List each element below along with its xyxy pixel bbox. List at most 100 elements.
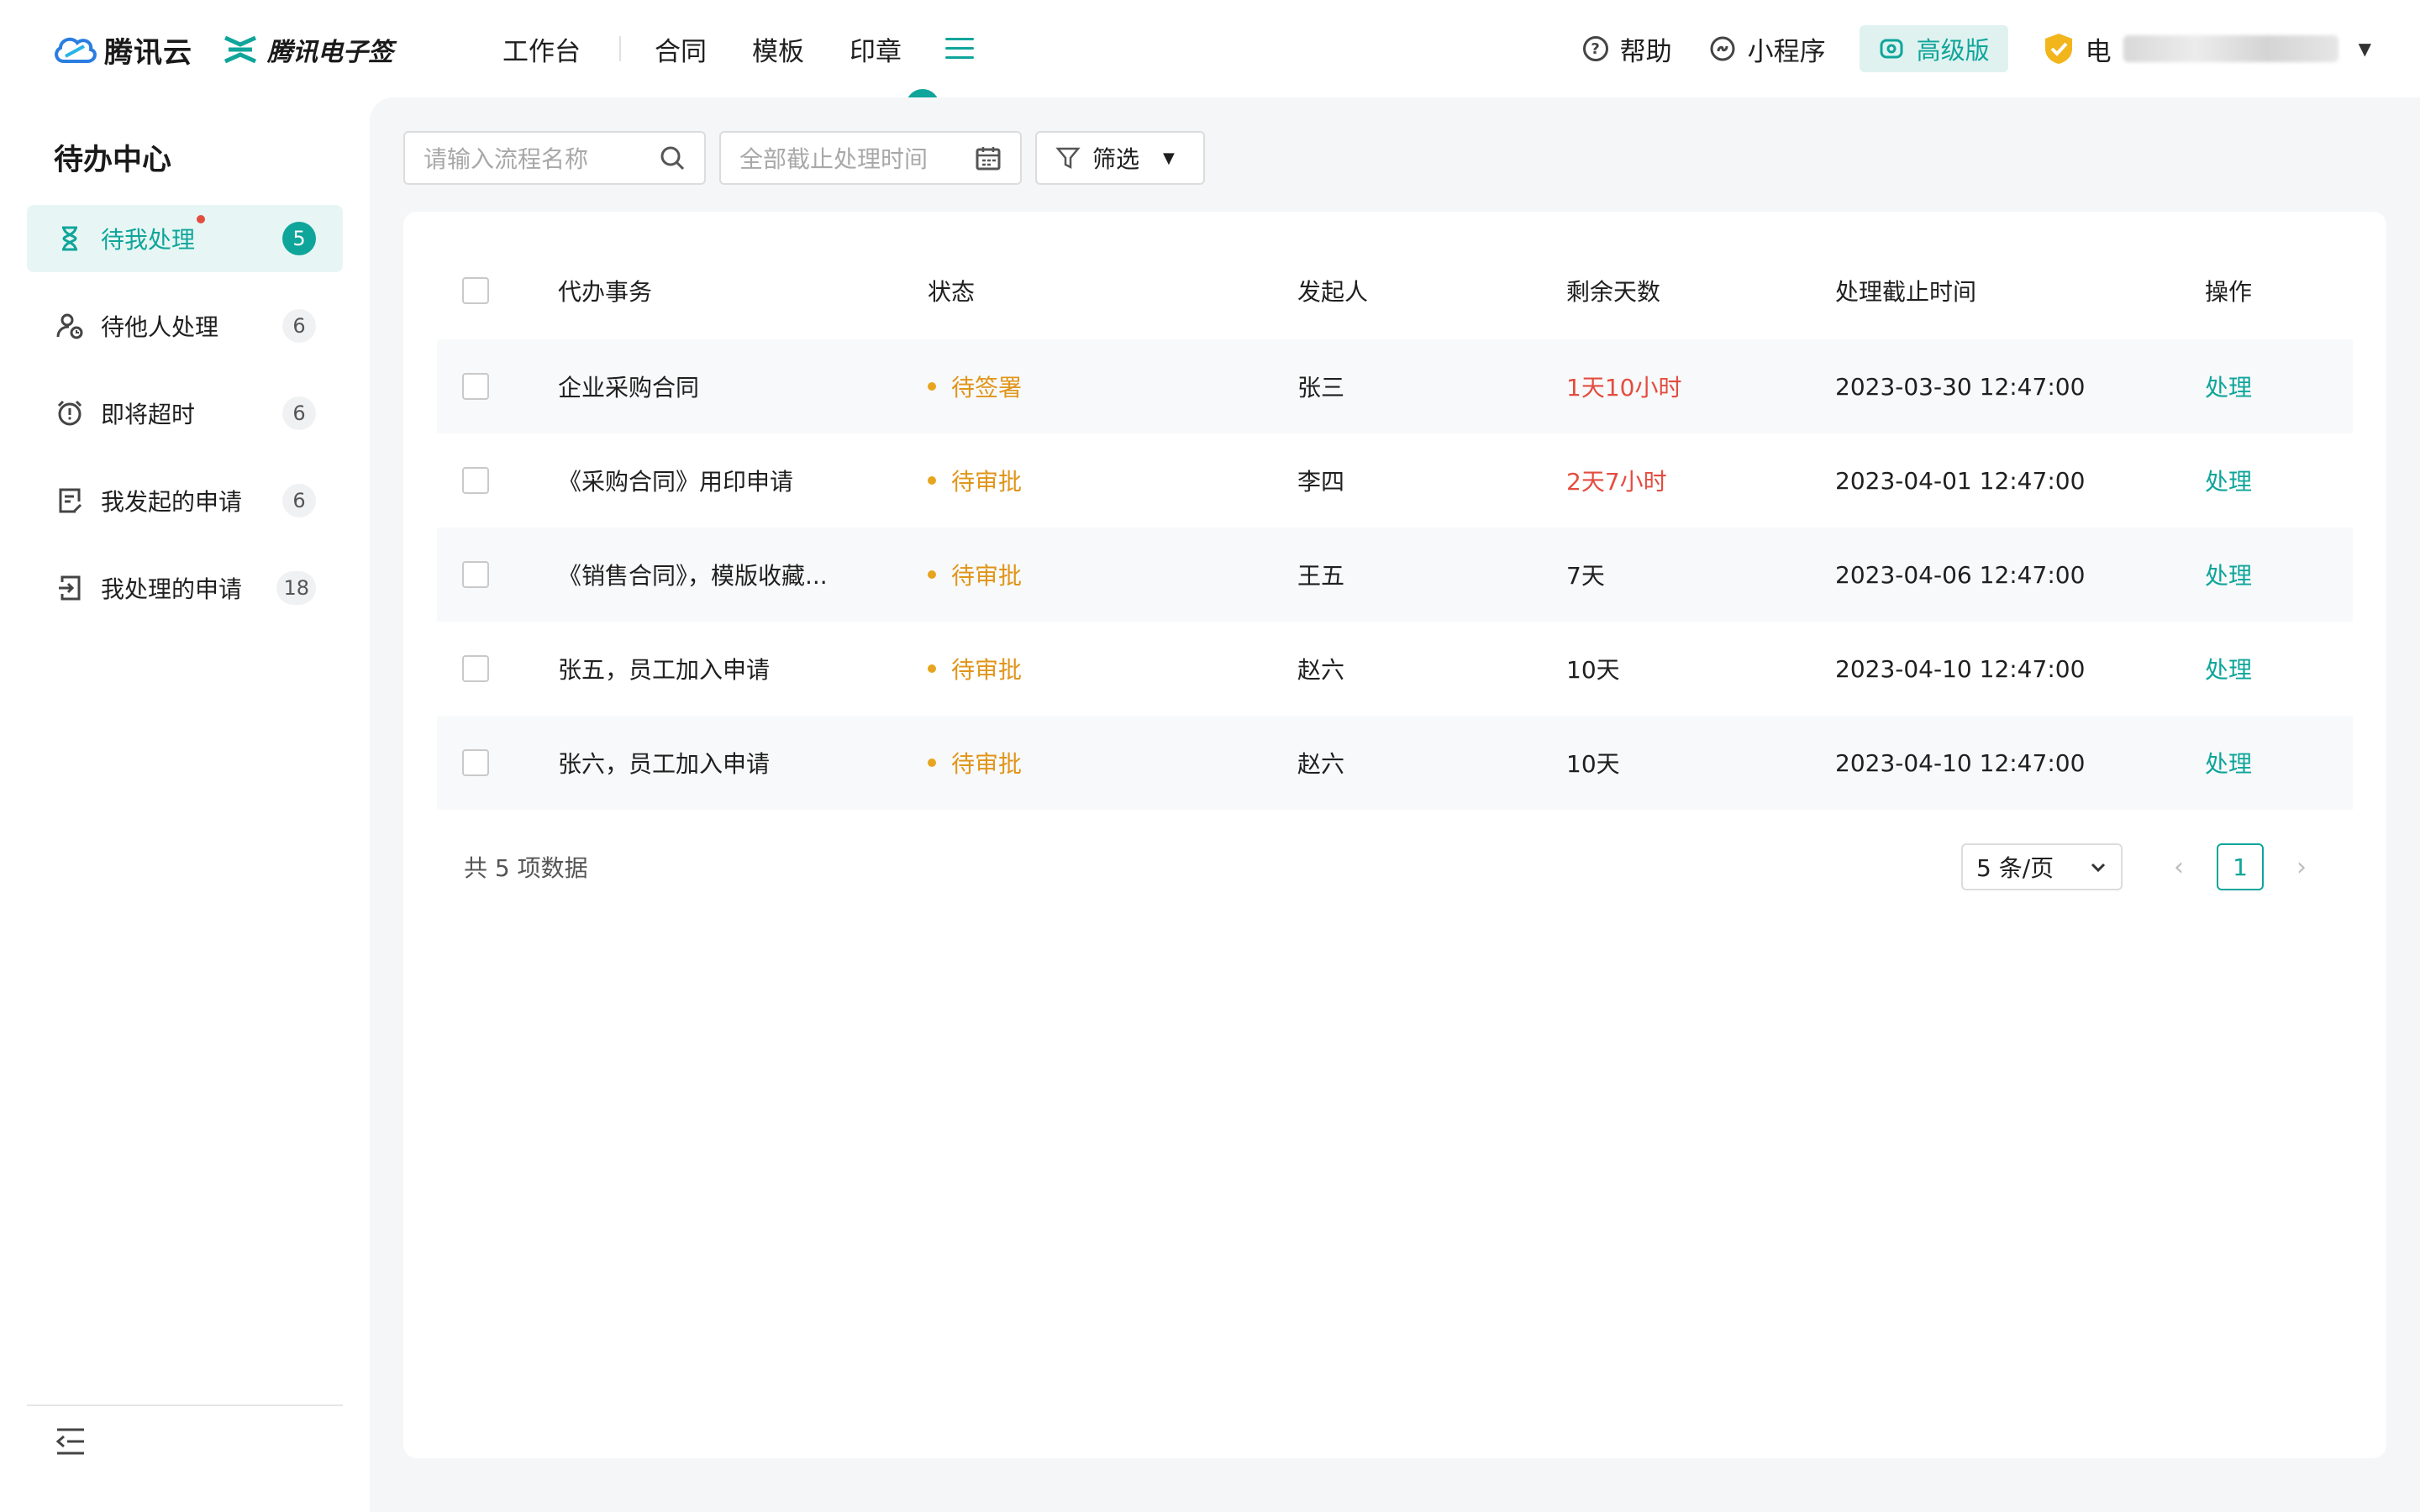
initiator: 赵六 (1297, 750, 1345, 778)
deadline-date-picker[interactable]: 全部截止处理时间 (719, 131, 1022, 185)
select-all-checkbox[interactable] (462, 277, 489, 304)
sidebar-item-timeout-soon[interactable]: 即将超时 6 (27, 380, 343, 447)
process-link[interactable]: 处理 (2205, 339, 2252, 433)
sidebar-divider (27, 1404, 343, 1406)
plan-badge[interactable]: 高级版 (1859, 25, 2008, 72)
help-label: 帮助 (1619, 36, 1672, 67)
calendar-icon (976, 147, 1001, 171)
prev-page-icon[interactable]: ‹ (2166, 853, 2191, 882)
sidebar-item-count: 6 (282, 484, 316, 517)
status-dot (928, 476, 936, 485)
col-header-deadline: 处理截止时间 (1835, 278, 1977, 306)
document-enter-icon (59, 575, 81, 601)
row-checkbox[interactable] (462, 655, 489, 682)
search-placeholder: 请输入流程名称 (424, 145, 589, 173)
table-row: 《销售合同》，模版收藏... 待审批 王五 7天 2023-04-06 12:4… (437, 528, 2353, 622)
task-title: 《销售合同》，模版收藏... (558, 562, 828, 590)
nav-seal[interactable]: 印章 (841, 30, 910, 68)
nav-template[interactable]: 模板 (744, 30, 813, 68)
help-link[interactable]: ? 帮助 (1582, 30, 1672, 68)
date-placeholder: 全部截止处理时间 (739, 145, 929, 173)
company-name-redacted (2123, 35, 2338, 62)
col-header-remaining: 剩余天数 (1566, 278, 1661, 306)
unread-dot (197, 215, 206, 223)
page-size-value: 5 条/页 (1976, 854, 2054, 882)
total-count: 共 5 项数据 (464, 854, 588, 882)
cloud-logo-icon (55, 37, 97, 63)
miniprogram-link[interactable]: 小程序 (1709, 30, 1826, 68)
row-checkbox-cell (462, 339, 489, 433)
esign-logo-icon (224, 35, 257, 64)
task-title: 《采购合同》用印申请 (558, 468, 794, 496)
filter-toolbar: 请输入流程名称 全部截止处理时间 筛选 ▼ (403, 131, 1205, 185)
filter-funnel-icon (1055, 147, 1081, 170)
row-checkbox[interactable] (462, 561, 489, 588)
status-cell: 待签署 (928, 339, 1022, 433)
process-link[interactable]: 处理 (2205, 433, 2252, 528)
crown-badge-icon (1880, 39, 1903, 59)
miniprogram-icon (1710, 36, 1735, 61)
table-row: 张五，员工加入申请 待审批 赵六 10天 2023-04-10 12:47:00… (437, 622, 2353, 716)
header-actions: ? 帮助 小程序 高级版 电 ▼ (1582, 25, 2371, 72)
status-text: 待审批 (951, 468, 1023, 496)
process-link[interactable]: 处理 (2205, 716, 2252, 810)
sidebar-item-processed-requests[interactable]: 我处理的申请 18 (27, 554, 343, 622)
row-checkbox[interactable] (462, 467, 489, 494)
tencent-cloud-logo[interactable]: 腾讯云 (52, 29, 192, 71)
hamburger-menu-icon[interactable] (945, 36, 974, 61)
sidebar-item-count: 6 (282, 309, 316, 343)
deadline: 2023-04-10 12:47:00 (1835, 748, 2086, 777)
col-header-action: 操作 (2205, 278, 2253, 306)
page-size-select[interactable]: 5 条/页 (1961, 843, 2123, 890)
row-checkbox[interactable] (462, 749, 489, 776)
filter-dropdown-button[interactable]: 筛选 ▼ (1035, 131, 1205, 185)
status-text: 待审批 (951, 562, 1023, 590)
search-icon (660, 146, 685, 171)
document-edit-icon (59, 488, 82, 513)
initiator: 赵六 (1297, 656, 1345, 684)
status-cell: 待审批 (928, 433, 1022, 528)
table-row: 《采购合同》用印申请 待审批 李四 2天7小时 2023-04-01 12:47… (437, 433, 2353, 528)
sidebar-item-label: 我发起的申请 (101, 488, 243, 516)
esign-logo-text: 腾讯电子签 (267, 38, 393, 67)
initiator: 张三 (1297, 374, 1345, 402)
sidebar-item-label: 即将超时 (101, 401, 196, 428)
sidebar-item-pending-others[interactable]: 待他人处理 6 (27, 292, 343, 360)
sidebar-item-label: 我处理的申请 (101, 575, 243, 603)
col-header-status: 状态 (928, 278, 976, 306)
row-checkbox-cell (462, 433, 489, 528)
company-switcher[interactable]: 电 ▼ (2044, 30, 2371, 68)
row-checkbox-cell (462, 622, 489, 716)
chevron-down-icon (2091, 863, 2106, 873)
remaining-time: 10天 (1566, 750, 1620, 778)
col-header-initiator: 发起人 (1297, 278, 1369, 306)
nav-workbench[interactable]: 工作台 (494, 30, 589, 68)
sidebar-item-count: 5 (282, 222, 316, 255)
page-number-current[interactable]: 1 (2217, 843, 2264, 890)
sidebar-title: 待办中心 (54, 144, 172, 177)
process-link[interactable]: 处理 (2205, 528, 2252, 622)
task-title: 企业采购合同 (558, 374, 700, 402)
task-title: 张六，员工加入申请 (558, 750, 771, 778)
status-cell: 待审批 (928, 716, 1022, 810)
deadline: 2023-04-06 12:47:00 (1835, 560, 2086, 589)
collapse-sidebar-icon[interactable] (54, 1425, 87, 1458)
sidebar-item-count: 18 (276, 571, 316, 605)
status-dot (928, 759, 936, 767)
company-name-prefix: 电 (2085, 36, 2112, 67)
remaining-time: 7天 (1566, 562, 1605, 590)
table-header: 代办事务 状态 发起人 剩余天数 处理截止时间 操作 (437, 245, 2353, 336)
col-header-task: 代办事务 (558, 278, 653, 306)
nav-contract[interactable]: 合同 (646, 30, 715, 68)
sidebar-item-label: 待我处理 (101, 215, 206, 255)
search-input[interactable]: 请输入流程名称 (403, 131, 706, 185)
row-checkbox[interactable] (462, 373, 489, 400)
sidebar-item-pending-me[interactable]: 待我处理 5 (27, 205, 343, 272)
sidebar-item-my-requests[interactable]: 我发起的申请 6 (27, 467, 343, 534)
esign-logo[interactable]: 腾讯电子签 (224, 29, 393, 71)
remaining-time: 10天 (1566, 656, 1620, 684)
deadline: 2023-03-30 12:47:00 (1835, 372, 2086, 401)
table-row: 张六，员工加入申请 待审批 赵六 10天 2023-04-10 12:47:00… (437, 716, 2353, 810)
process-link[interactable]: 处理 (2205, 622, 2252, 716)
next-page-icon[interactable]: › (2289, 853, 2314, 882)
